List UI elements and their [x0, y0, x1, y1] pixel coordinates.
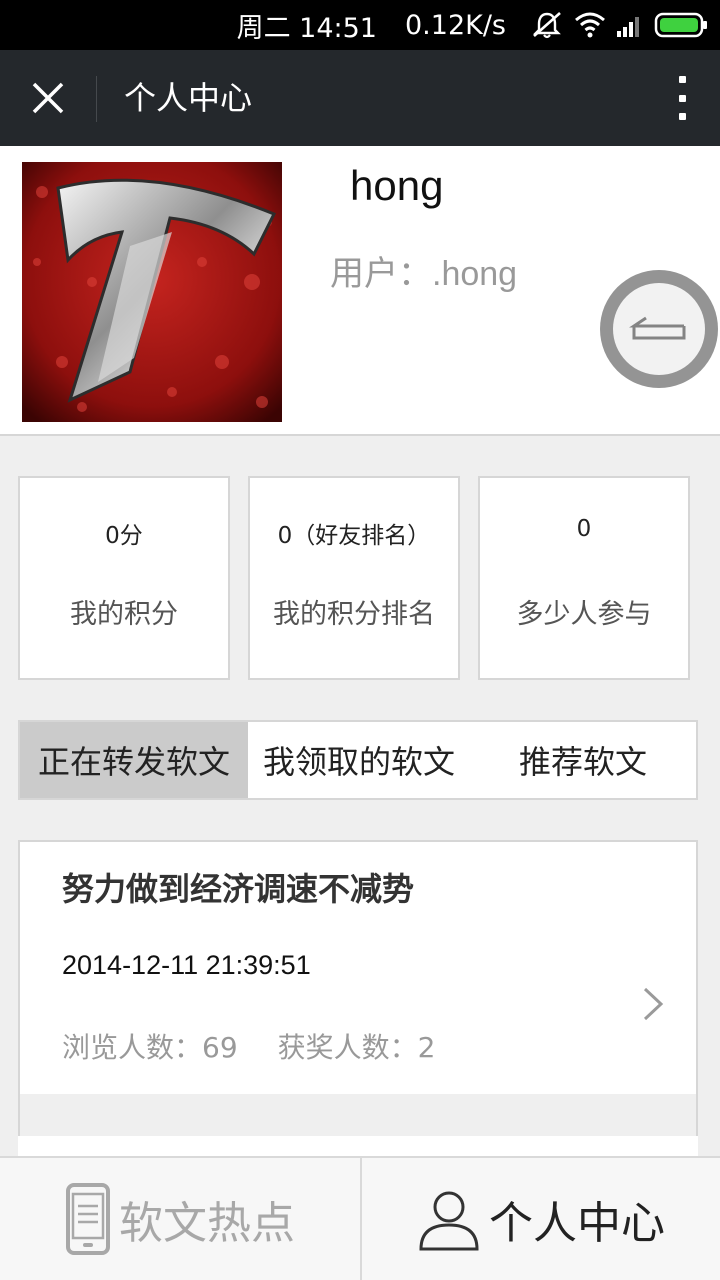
wifi-icon — [575, 12, 605, 38]
stat-participants[interactable]: 0 多少人参与 — [478, 476, 690, 680]
profile-name: hong — [350, 162, 444, 209]
phone-icon — [66, 1183, 110, 1255]
status-net-speed: 0.12K/s — [405, 9, 506, 41]
nav-label: 个人中心 — [489, 1198, 665, 1249]
close-icon — [32, 82, 64, 114]
article-views: 浏览人数：69 — [62, 1031, 238, 1064]
chevron-right-icon — [643, 987, 664, 1021]
profile-username: 用户：.hong — [330, 255, 518, 293]
stat-label: 我的积分排名 — [273, 599, 435, 630]
nav-label: 软文热点 — [119, 1198, 295, 1249]
article-winners: 获奖人数：2 — [277, 1031, 436, 1064]
nav-article-hotspots[interactable]: 软文热点 — [0, 1158, 360, 1280]
profile-section: hong 用户：.hong — [0, 146, 720, 436]
page-title: 个人中心 — [124, 79, 253, 117]
user-icon — [419, 1191, 479, 1251]
more-vertical-icon[interactable] — [674, 76, 690, 120]
stat-label: 我的积分 — [70, 599, 178, 630]
title-divider — [96, 76, 97, 122]
bottom-nav: 软文热点 个人中心 — [0, 1156, 720, 1280]
return-icon — [629, 316, 686, 340]
article-tabs: 正在转发软文 我领取的软文 推荐软文 — [18, 720, 698, 800]
article-title: 努力做到经济调速不减势 — [62, 870, 415, 908]
tab-claimed[interactable]: 我领取的软文 — [248, 722, 470, 798]
floating-return-button[interactable] — [600, 270, 718, 388]
article-date: 2014-12-11 21:39:51 — [62, 950, 311, 980]
mute-icon — [533, 12, 561, 39]
signal-icon — [617, 17, 639, 37]
avatar[interactable] — [22, 162, 282, 422]
tab-recommended[interactable]: 推荐软文 — [470, 722, 696, 798]
list-divider — [18, 1094, 698, 1138]
stat-value: 0 — [576, 516, 592, 542]
stat-points-ranking[interactable]: 0（好友排名） 我的积分排名 — [248, 476, 460, 680]
status-bar: 周二 14:51 0.12K/s — [0, 0, 720, 50]
close-button[interactable] — [0, 50, 96, 146]
stat-value: 0（好友排名） — [277, 523, 431, 549]
stat-value: 0分 — [105, 523, 143, 549]
battery-icon — [654, 12, 707, 38]
article-stats: 浏览人数：69 获奖人数：2 — [62, 1026, 435, 1066]
title-bar: 个人中心 — [0, 50, 720, 146]
stat-my-points[interactable]: 0分 我的积分 — [18, 476, 230, 680]
nav-personal-center[interactable]: 个人中心 — [360, 1158, 720, 1280]
tab-forwarding[interactable]: 正在转发软文 — [20, 722, 248, 798]
status-time: 周二 14:51 — [236, 12, 377, 44]
article-card[interactable]: 努力做到经济调速不减势 2014-12-11 21:39:51 浏览人数：69 获… — [18, 840, 698, 1096]
stat-label: 多少人参与 — [516, 599, 652, 630]
